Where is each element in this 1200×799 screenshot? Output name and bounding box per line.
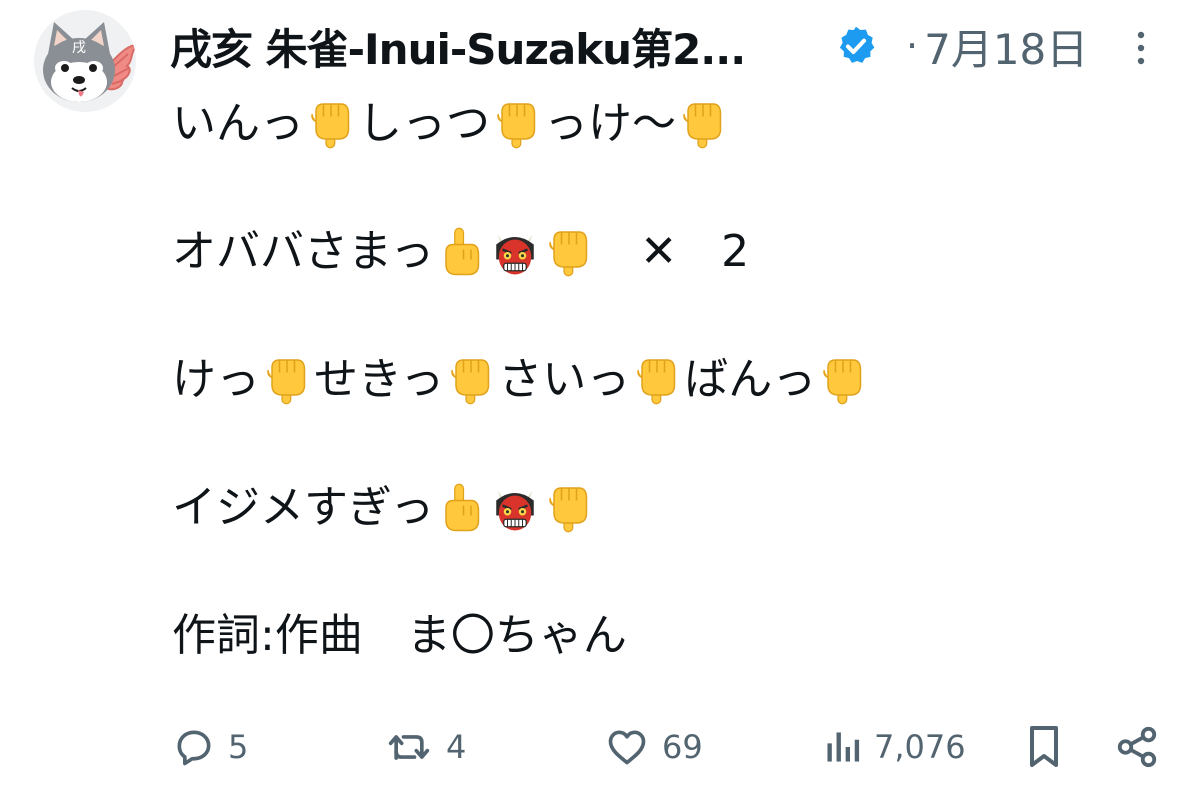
avatar-kanji: 戌 [72, 40, 86, 56]
reply-button[interactable]: 5 [172, 712, 248, 782]
pointing-down-hand-icon [451, 359, 490, 405]
post-actions: 5 4 69 7,076 [0, 712, 1200, 782]
views-button[interactable]: 7,076 [822, 712, 966, 782]
reply-count: 5 [228, 728, 249, 766]
separator-dot: · [906, 24, 919, 68]
ogre-face-icon [496, 234, 534, 275]
shiba-dog-avatar-icon: 戌 [43, 22, 136, 102]
post-line: オババさまっ ✕ 2 [172, 220, 870, 284]
share-icon [1117, 726, 1157, 768]
post-line: いんっ しっつ っけ〜 [172, 92, 870, 156]
share-button[interactable] [1114, 712, 1160, 782]
more-options-icon[interactable] [1134, 28, 1148, 68]
pointing-down-hand-icon [683, 103, 722, 149]
post-line: 作詞:作曲 ま〇ちゃん [172, 604, 870, 668]
pointing-down-hand-icon [823, 359, 862, 405]
display-name[interactable]: 戌亥 朱雀-Inui-Suzaku第2... [170, 16, 806, 77]
post-line-text: いんっ [172, 98, 304, 149]
post-line-text: せきっ [314, 354, 445, 405]
index-pointing-up-icon [445, 227, 480, 276]
post-header: 戌亥 朱雀-Inui-Suzaku第2... · 7月18日 [170, 14, 1088, 78]
repost-count: 4 [446, 728, 467, 766]
repost-icon [388, 735, 430, 760]
post-text: いんっ しっつ っけ〜 オババさまっ ✕ 2 けっ せきっ さいっ ばんっ イジ… [172, 92, 870, 668]
index-pointing-up-icon [445, 483, 480, 532]
bookmark-icon [1030, 726, 1058, 767]
avatar[interactable]: 戌 [34, 10, 136, 112]
post-line-text: ばんっ [684, 354, 817, 405]
post-line-text: オババさまっ [172, 226, 435, 277]
post-line-text: 作詞:作曲 ま〇ちゃん [172, 610, 627, 661]
reply-icon [177, 730, 211, 766]
pointing-down-hand-icon [497, 103, 536, 149]
post-line-text: イジメすぎっ [172, 482, 435, 533]
post-date[interactable]: 7月18日 [924, 16, 1088, 77]
like-button[interactable]: 69 [604, 712, 703, 782]
post-line-text: けっ [172, 354, 260, 405]
post-line: イジメすぎっ [172, 476, 870, 540]
pointing-down-hand-icon [267, 359, 306, 405]
post-line-text: さいっ [498, 354, 631, 405]
pointing-down-hand-icon [549, 231, 588, 277]
heart-icon [608, 730, 646, 765]
repost-button[interactable]: 4 [384, 712, 466, 782]
pointing-down-hand-icon [549, 487, 588, 533]
post-line-text: ✕ 2 [596, 226, 750, 277]
post-line-text: っけ〜 [544, 98, 676, 149]
bar-chart-icon [827, 732, 860, 762]
bookmark-button[interactable] [1024, 712, 1064, 782]
view-count: 7,076 [874, 728, 966, 766]
like-count: 69 [662, 728, 703, 766]
verified-badge-icon[interactable] [834, 24, 878, 68]
pointing-down-hand-icon [637, 359, 676, 405]
ogre-face-icon [496, 490, 534, 531]
pointing-down-hand-icon [311, 103, 350, 149]
post-line: けっ せきっ さいっ ばんっ [172, 348, 870, 412]
post-line-text: しっつ [358, 98, 490, 149]
